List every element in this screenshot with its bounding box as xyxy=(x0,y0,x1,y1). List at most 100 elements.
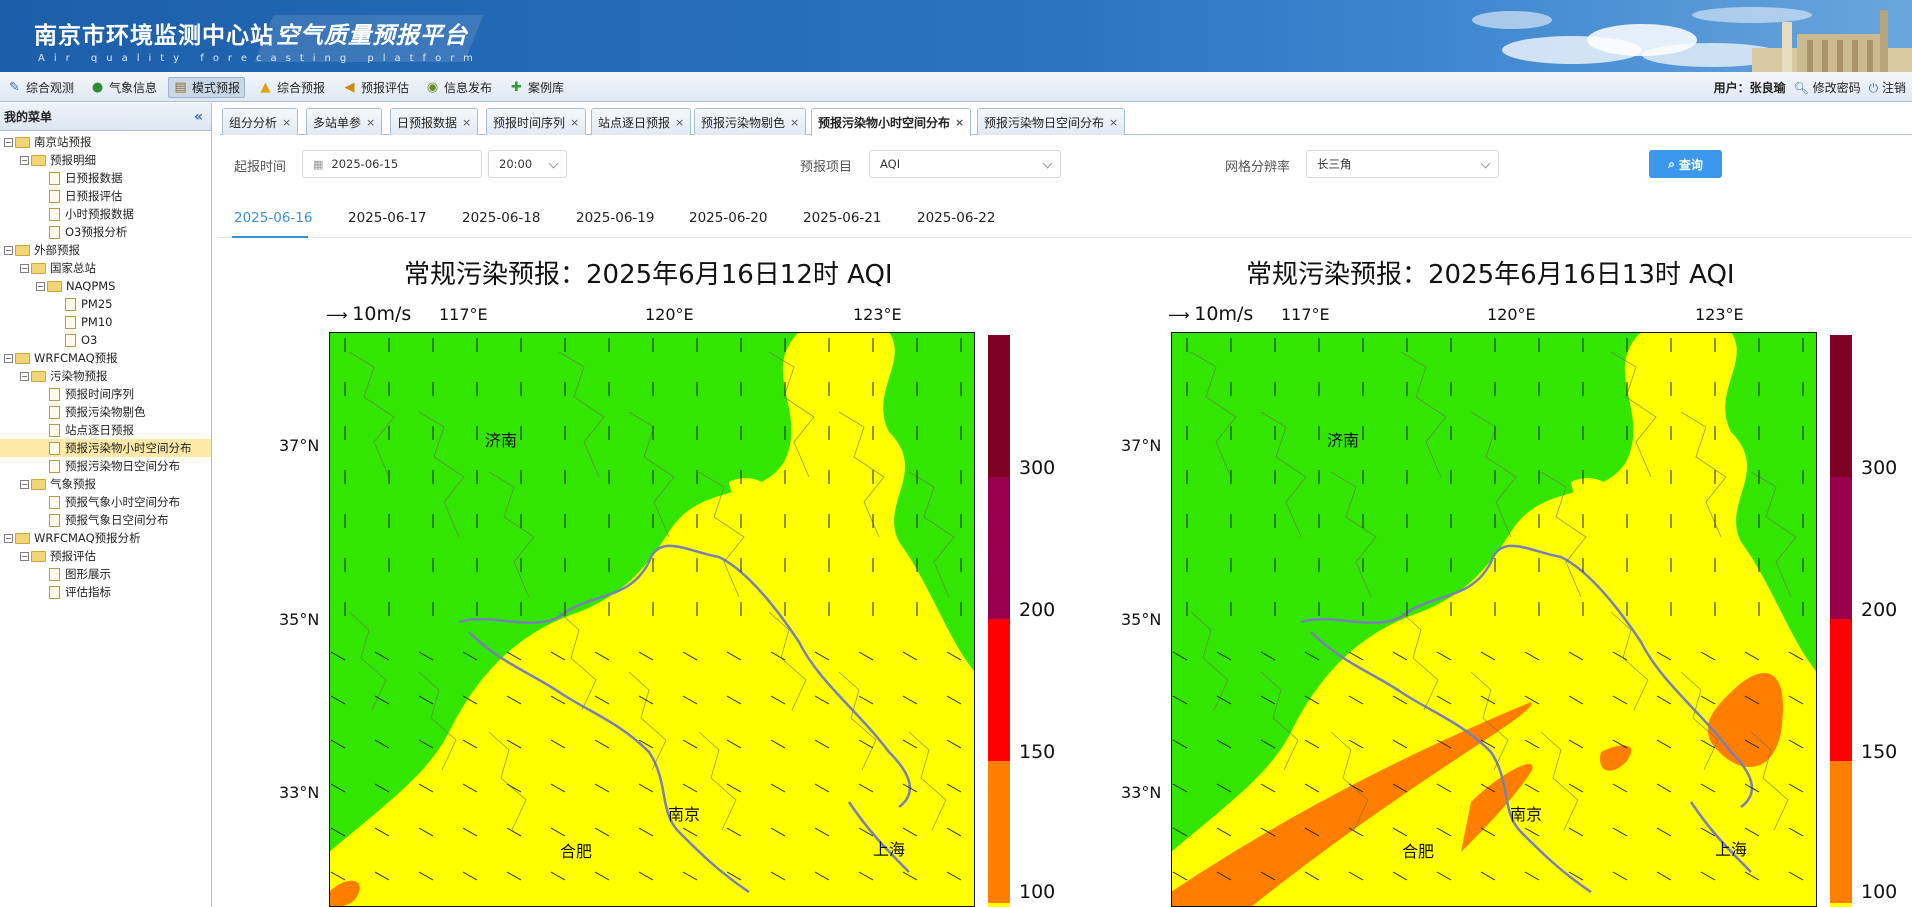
sidebar-item[interactable]: 站点逐日预报 xyxy=(0,421,211,439)
sidebar-item[interactable]: 预报气象日空间分布 xyxy=(0,511,211,529)
close-tab-icon[interactable]: × xyxy=(675,116,684,129)
tree-expand-toggle-icon[interactable]: − xyxy=(20,479,29,489)
sidebar-item-label: 预报评估 xyxy=(50,549,96,563)
date-tab[interactable]: 2025-06-21 xyxy=(803,210,881,226)
sidebar-item[interactable]: 评估指标 xyxy=(0,583,211,601)
page-tab[interactable]: 预报污染物日空间分布 × xyxy=(977,108,1126,135)
close-tab-icon[interactable]: × xyxy=(282,116,291,129)
sidebar-item[interactable]: 日预报评估 xyxy=(0,187,211,205)
sidebar-item[interactable]: − 南京站预报 xyxy=(0,133,211,151)
sidebar-item[interactable]: PM10 xyxy=(0,313,211,331)
tree-expand-toggle-icon[interactable]: − xyxy=(4,245,13,255)
collapse-sidebar-icon[interactable]: « xyxy=(194,109,203,125)
date-tab[interactable]: 2025-06-16 xyxy=(234,210,312,226)
sidebar-item[interactable]: PM25 xyxy=(0,295,211,313)
start-date-input[interactable]: ▦ 2025-06-15 xyxy=(302,150,482,178)
tree-expand-toggle-icon[interactable]: − xyxy=(20,155,29,165)
calendar-icon: ▦ xyxy=(313,157,324,171)
toolbar-model-forecast[interactable]: ▤ 模式预报 xyxy=(168,77,246,98)
sidebar-item-label: NAQPMS xyxy=(66,279,116,293)
grid-resolution-value: 长三角 xyxy=(1317,157,1352,171)
sidebar-item[interactable]: 预报气象小时空间分布 xyxy=(0,493,211,511)
close-tab-icon[interactable]: × xyxy=(366,116,375,129)
start-hour-select[interactable]: 20:00 xyxy=(488,150,567,178)
sidebar-item[interactable]: − 气象预报 xyxy=(0,475,211,493)
sidebar-item[interactable]: 预报时间序列 xyxy=(0,385,211,403)
close-tab-icon[interactable]: × xyxy=(462,116,471,129)
grid-resolution-select[interactable]: 长三角 xyxy=(1306,150,1499,178)
sidebar-item[interactable]: − 污染物预报 xyxy=(0,367,211,385)
tree-expand-toggle-icon[interactable]: − xyxy=(4,533,13,543)
sidebar-item[interactable]: − 国家总站 xyxy=(0,259,211,277)
page-tab[interactable]: 日预报数据 × xyxy=(390,108,479,135)
sidebar-item[interactable]: 日预报数据 xyxy=(0,169,211,187)
sidebar-item[interactable]: − WRFCMAQ预报 xyxy=(0,349,211,367)
sidebar-header: 我的菜单 « xyxy=(0,103,211,131)
forecast-item-select[interactable]: AQI xyxy=(869,150,1061,178)
sidebar-item[interactable]: 预报污染物剔色 xyxy=(0,403,211,421)
page-tab[interactable]: 预报污染物小时空间分布 × xyxy=(811,108,972,136)
document-icon xyxy=(49,441,60,455)
sidebar-item[interactable]: 小时预报数据 xyxy=(0,205,211,223)
date-tab[interactable]: 2025-06-17 xyxy=(348,210,426,226)
date-tab[interactable]: 2025-06-19 xyxy=(576,210,654,226)
close-tab-icon[interactable]: × xyxy=(570,116,579,129)
page-tab[interactable]: 站点逐日预报 × xyxy=(591,108,692,135)
close-tab-icon[interactable]: × xyxy=(1109,116,1118,129)
page-tab-bar: 组分分析 × 多站单参 × 日预报数据 × 预报时间序列 × 站点逐日预报 × 预报污染物剔色 × 预报… xyxy=(220,105,1912,136)
document-icon xyxy=(49,585,60,599)
sidebar-item-label: PM10 xyxy=(81,315,113,329)
tree-expand-toggle-icon[interactable]: − xyxy=(20,263,29,273)
page-tab[interactable]: 多站单参 × xyxy=(306,108,383,135)
toolbar-observation[interactable]: ✎ 综合观测 xyxy=(3,77,78,98)
toolbar-evaluation[interactable]: ◀ 预报评估 xyxy=(338,77,413,98)
document-icon xyxy=(49,225,60,239)
tree-expand-toggle-icon[interactable]: − xyxy=(4,137,13,147)
sidebar-item[interactable]: O3 xyxy=(0,331,211,349)
sidebar-item-label: 国家总站 xyxy=(50,261,96,275)
sidebar-item[interactable]: 图形展示 xyxy=(0,565,211,583)
sidebar-item[interactable]: 预报污染物日空间分布 xyxy=(0,457,211,475)
page-tab-label: 日预报数据 xyxy=(397,115,458,130)
document-icon xyxy=(65,297,76,311)
toolbar-weather[interactable]: ● 气象信息 xyxy=(86,77,161,98)
sidebar-item[interactable]: − NAQPMS xyxy=(0,277,211,295)
sidebar-item[interactable]: − 预报评估 xyxy=(0,547,211,565)
colorbar-segment xyxy=(988,761,1010,903)
document-icon xyxy=(49,171,60,185)
sidebar-item[interactable]: − WRFCMAQ预报分析 xyxy=(0,529,211,547)
sidebar-item-label: 站点逐日预报 xyxy=(65,423,134,437)
query-button[interactable]: ⌕ 查询 xyxy=(1649,150,1722,178)
toolbar-publish[interactable]: ◉ 信息发布 xyxy=(421,77,496,98)
date-tab[interactable]: 2025-06-18 xyxy=(462,210,540,226)
logout-link[interactable]: ⏻ 注销 xyxy=(1869,79,1906,96)
sidebar-item[interactable]: − 预报明细 xyxy=(0,151,211,169)
toolbar-case-library[interactable]: ✚ 案例库 xyxy=(505,77,568,98)
sidebar-item[interactable]: O3预报分析 xyxy=(0,223,211,241)
wind-arrow-icon: ⟶ xyxy=(1168,306,1195,324)
close-tab-icon[interactable]: × xyxy=(790,116,799,129)
change-password-link[interactable]: 🔍︎ 修改密码 xyxy=(1794,79,1861,96)
aqi-colorbar xyxy=(988,335,1010,907)
tree-expand-toggle-icon[interactable]: − xyxy=(36,281,45,291)
sidebar-item-label: 外部预报 xyxy=(34,243,80,257)
page-tab[interactable]: 预报时间序列 × xyxy=(486,108,587,135)
sidebar-item[interactable]: − 外部预报 xyxy=(0,241,211,259)
sidebar-item-label: 预报污染物日空间分布 xyxy=(65,459,180,473)
page-tab[interactable]: 预报污染物剔色 × xyxy=(694,108,807,135)
sidebar-item[interactable]: 预报污染物小时空间分布 xyxy=(0,439,211,457)
date-tab[interactable]: 2025-06-22 xyxy=(917,210,995,226)
colorbar-tick-label: 150 xyxy=(1019,741,1056,763)
page-tab[interactable]: 组分分析 × xyxy=(222,108,299,135)
active-date-underline xyxy=(232,236,308,238)
date-tab[interactable]: 2025-06-20 xyxy=(689,210,767,226)
tree-expand-toggle-icon[interactable]: − xyxy=(20,551,29,561)
colorbar-tick-label: 150 xyxy=(1861,741,1898,763)
change-password-label: 修改密码 xyxy=(1812,81,1861,95)
close-tab-icon[interactable]: × xyxy=(955,116,964,129)
toolbar-comprehensive[interactable]: ▲ 综合预报 xyxy=(254,77,329,98)
sidebar-item-label: 评估指标 xyxy=(65,585,111,599)
city-label: 南京 xyxy=(1510,805,1543,824)
tree-expand-toggle-icon[interactable]: − xyxy=(20,371,29,381)
tree-expand-toggle-icon[interactable]: − xyxy=(4,353,13,363)
